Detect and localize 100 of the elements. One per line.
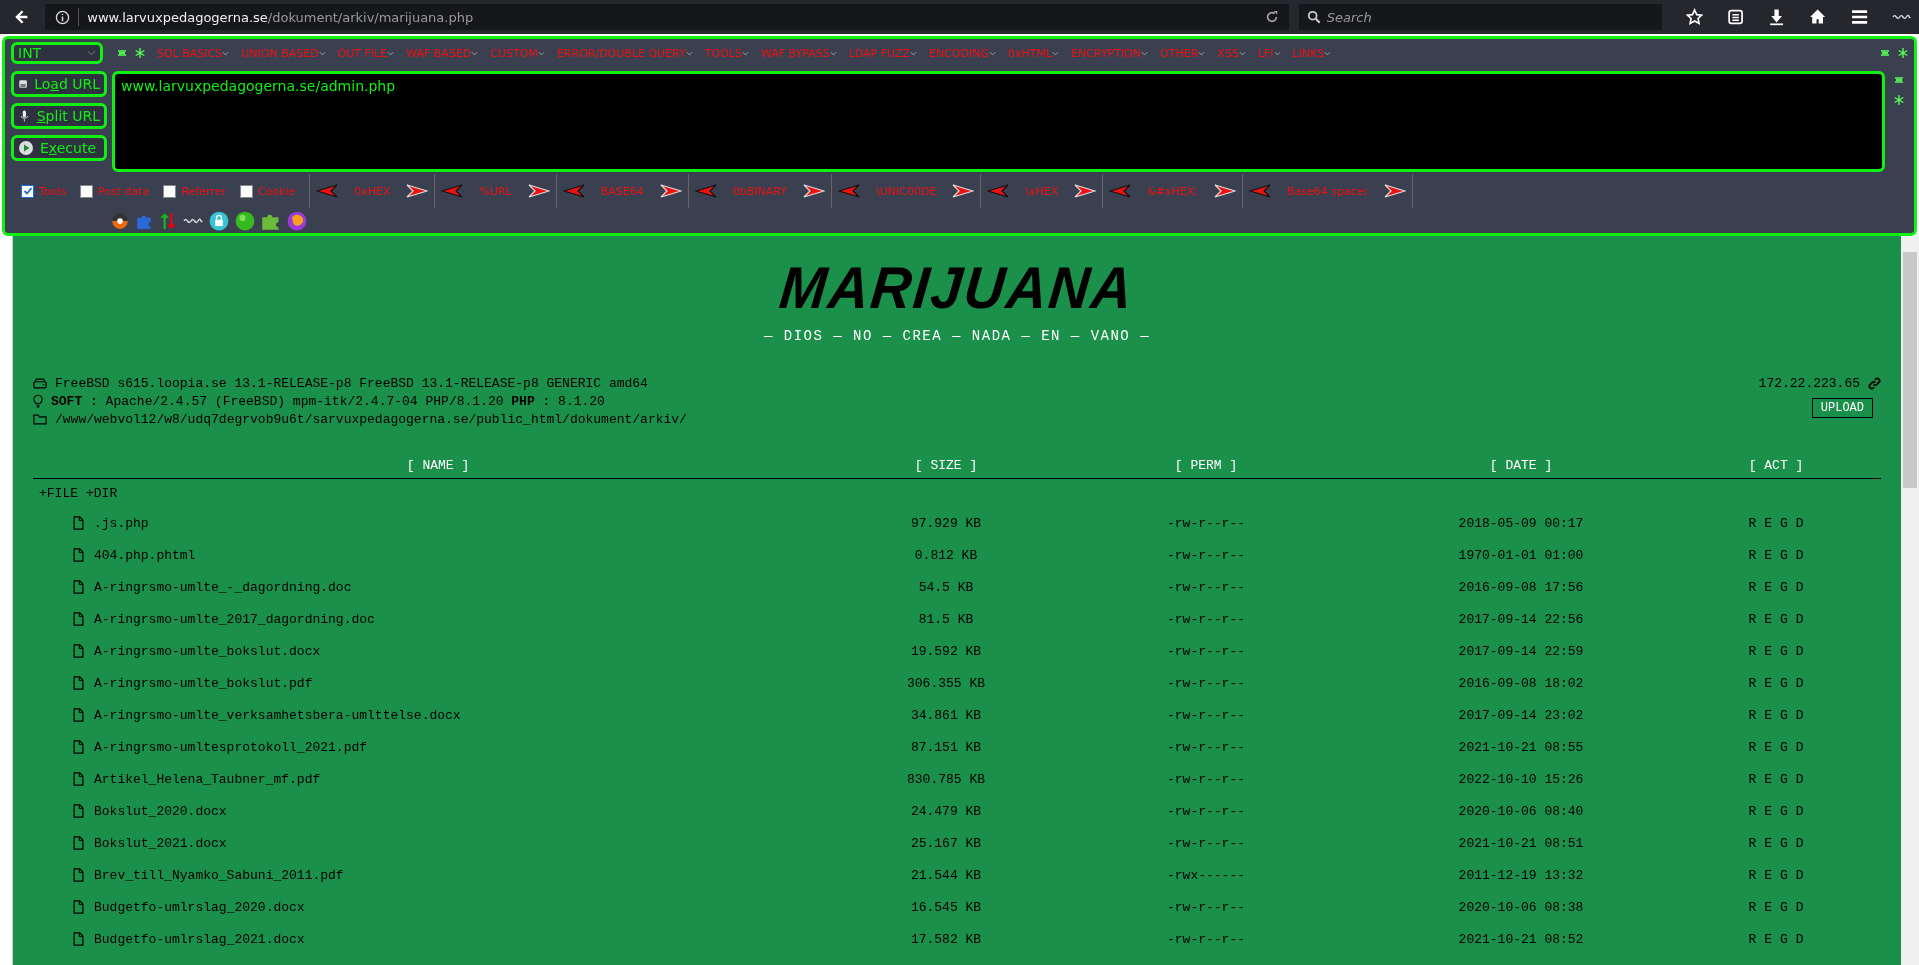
file-name[interactable]: A-ringrsmo-umlte_verksamhetsbera-umlttelse.docx xyxy=(94,707,461,723)
action-link[interactable]: E xyxy=(1764,675,1772,691)
file-permissions[interactable]: -rw-r--r-- xyxy=(1049,675,1363,691)
action-link[interactable]: E xyxy=(1764,611,1772,627)
file-name[interactable]: 404.php.phtml xyxy=(94,547,196,563)
action-link[interactable]: E xyxy=(1764,739,1772,755)
asterisk-icon[interactable] xyxy=(1894,94,1904,105)
caret-icon[interactable] xyxy=(471,50,479,56)
action-link[interactable]: D xyxy=(1795,611,1804,627)
action-link[interactable]: G xyxy=(1780,611,1788,627)
minus-icon[interactable] xyxy=(1880,48,1890,59)
action-link[interactable]: D xyxy=(1795,931,1804,947)
encode-arrow-icon[interactable] xyxy=(1074,184,1097,199)
info-icon[interactable] xyxy=(55,9,71,25)
swap-arrows-icon[interactable] xyxy=(159,211,177,230)
action-link[interactable]: D xyxy=(1795,739,1804,755)
file-permissions[interactable]: -rw-r--r-- xyxy=(1049,835,1363,851)
checkbox[interactable] xyxy=(163,184,177,198)
column-header[interactable]: [ SIZE ] xyxy=(843,457,1049,473)
caret-icon[interactable] xyxy=(387,50,395,56)
address-bar[interactable]: www.larvuxpedagogerna.se/dokument/arkiv/marijuana.php xyxy=(45,4,1289,30)
action-link[interactable]: G xyxy=(1780,643,1788,659)
file-name[interactable]: .js.php xyxy=(94,515,149,531)
encode-arrow-icon[interactable] xyxy=(1384,184,1407,199)
ball-icon[interactable] xyxy=(235,210,255,231)
action-link[interactable]: E xyxy=(1764,867,1772,883)
action-link[interactable]: R xyxy=(1748,611,1757,627)
file-name[interactable]: Budgetfo-umlrslag_2020.docx xyxy=(94,899,305,915)
file-name[interactable]: A-ringrsmo-umlte_2017_dagordning.doc xyxy=(94,611,375,627)
asterisk-icon[interactable] xyxy=(1898,48,1908,59)
action-link[interactable]: D xyxy=(1795,707,1804,723)
link-icon[interactable] xyxy=(1868,376,1881,390)
action-link[interactable]: R xyxy=(1748,803,1757,819)
home-icon[interactable] xyxy=(1809,8,1827,26)
decode-arrow-icon[interactable] xyxy=(1249,184,1272,199)
download-icon[interactable] xyxy=(1768,8,1786,26)
minus-icon[interactable] xyxy=(1894,74,1904,85)
action-link[interactable]: R xyxy=(1748,931,1757,947)
menu-icon[interactable] xyxy=(1850,8,1868,26)
query-type-select[interactable]: INT xyxy=(11,42,103,65)
file-permissions[interactable]: -rw-r--r-- xyxy=(1049,803,1363,819)
file-permissions[interactable]: -rw-r--r-- xyxy=(1049,707,1363,723)
file-permissions[interactable]: -rw-r--r-- xyxy=(1049,899,1363,915)
action-link[interactable]: E xyxy=(1764,835,1772,851)
column-header[interactable]: [ NAME ] xyxy=(33,457,843,473)
action-link[interactable]: E xyxy=(1764,707,1772,723)
caret-icon[interactable] xyxy=(741,50,749,56)
url-textarea[interactable]: www.larvuxpedagogerna.se/admin.php xyxy=(112,70,1885,173)
action-link[interactable]: R xyxy=(1748,707,1757,723)
caret-icon[interactable] xyxy=(829,50,837,56)
decode-arrow-icon[interactable] xyxy=(694,184,717,199)
file-name[interactable]: A-ringrsmo-umlte_bokslut.pdf xyxy=(94,675,313,691)
action-link[interactable]: D xyxy=(1795,579,1804,595)
caret-icon[interactable] xyxy=(1273,50,1281,56)
action-link[interactable]: G xyxy=(1780,675,1788,691)
file-name[interactable]: A-ringrsmo-umltesprotokoll_2021.pdf xyxy=(94,739,368,755)
ball-icon[interactable] xyxy=(111,211,129,230)
decode-arrow-icon[interactable] xyxy=(441,184,464,199)
reload-icon[interactable] xyxy=(1264,10,1279,24)
action-link[interactable]: G xyxy=(1780,771,1788,787)
encode-arrow-icon[interactable] xyxy=(802,184,825,199)
caret-icon[interactable] xyxy=(1052,50,1060,56)
file-name[interactable]: A-ringrsmo-umlte_bokslut.docx xyxy=(94,643,321,659)
file-permissions[interactable]: -rw-r--r-- xyxy=(1049,579,1363,595)
action-link[interactable]: E xyxy=(1764,515,1772,531)
encode-arrow-icon[interactable] xyxy=(1214,184,1237,199)
action-link[interactable]: D xyxy=(1795,803,1804,819)
action-link[interactable]: D xyxy=(1795,899,1804,915)
action-link[interactable]: G xyxy=(1780,515,1788,531)
action-link[interactable]: E xyxy=(1764,771,1772,787)
file-name[interactable]: Bokslut_2020.docx xyxy=(94,803,227,819)
action-link[interactable]: D xyxy=(1795,547,1804,563)
create-link[interactable]: +FILE xyxy=(39,485,78,501)
decode-arrow-icon[interactable] xyxy=(1109,184,1132,199)
action-link[interactable]: R xyxy=(1748,899,1757,915)
caret-icon[interactable] xyxy=(988,50,996,56)
checkbox[interactable] xyxy=(80,184,94,198)
action-link[interactable]: E xyxy=(1764,643,1772,659)
file-permissions[interactable]: -rw-r--r-- xyxy=(1049,931,1363,947)
caret-icon[interactable] xyxy=(685,50,693,56)
action-link[interactable]: R xyxy=(1748,675,1757,691)
file-name[interactable]: Bokslut_2021.docx xyxy=(94,835,227,851)
checkbox[interactable] xyxy=(239,184,253,198)
action-link[interactable]: G xyxy=(1780,707,1788,723)
caret-icon[interactable] xyxy=(1324,50,1332,56)
caret-icon[interactable] xyxy=(1198,50,1206,56)
action-link[interactable]: G xyxy=(1780,931,1788,947)
decode-arrow-icon[interactable] xyxy=(837,184,860,199)
action-link[interactable]: G xyxy=(1780,899,1788,915)
action-link[interactable]: D xyxy=(1795,515,1804,531)
load-url-button[interactable]: Load URL xyxy=(11,70,107,97)
action-link[interactable]: E xyxy=(1764,803,1772,819)
file-permissions[interactable]: -rwx------ xyxy=(1049,867,1363,883)
action-link[interactable]: R xyxy=(1748,739,1757,755)
file-permissions[interactable]: -rw-r--r-- xyxy=(1049,547,1363,563)
lock-icon[interactable] xyxy=(209,210,229,231)
file-name[interactable]: Brev_till_Nyamko_Sabuni_2011.pdf xyxy=(94,867,344,883)
action-link[interactable]: D xyxy=(1795,835,1804,851)
file-permissions[interactable]: -rw-r--r-- xyxy=(1049,643,1363,659)
decode-arrow-icon[interactable] xyxy=(562,184,585,199)
